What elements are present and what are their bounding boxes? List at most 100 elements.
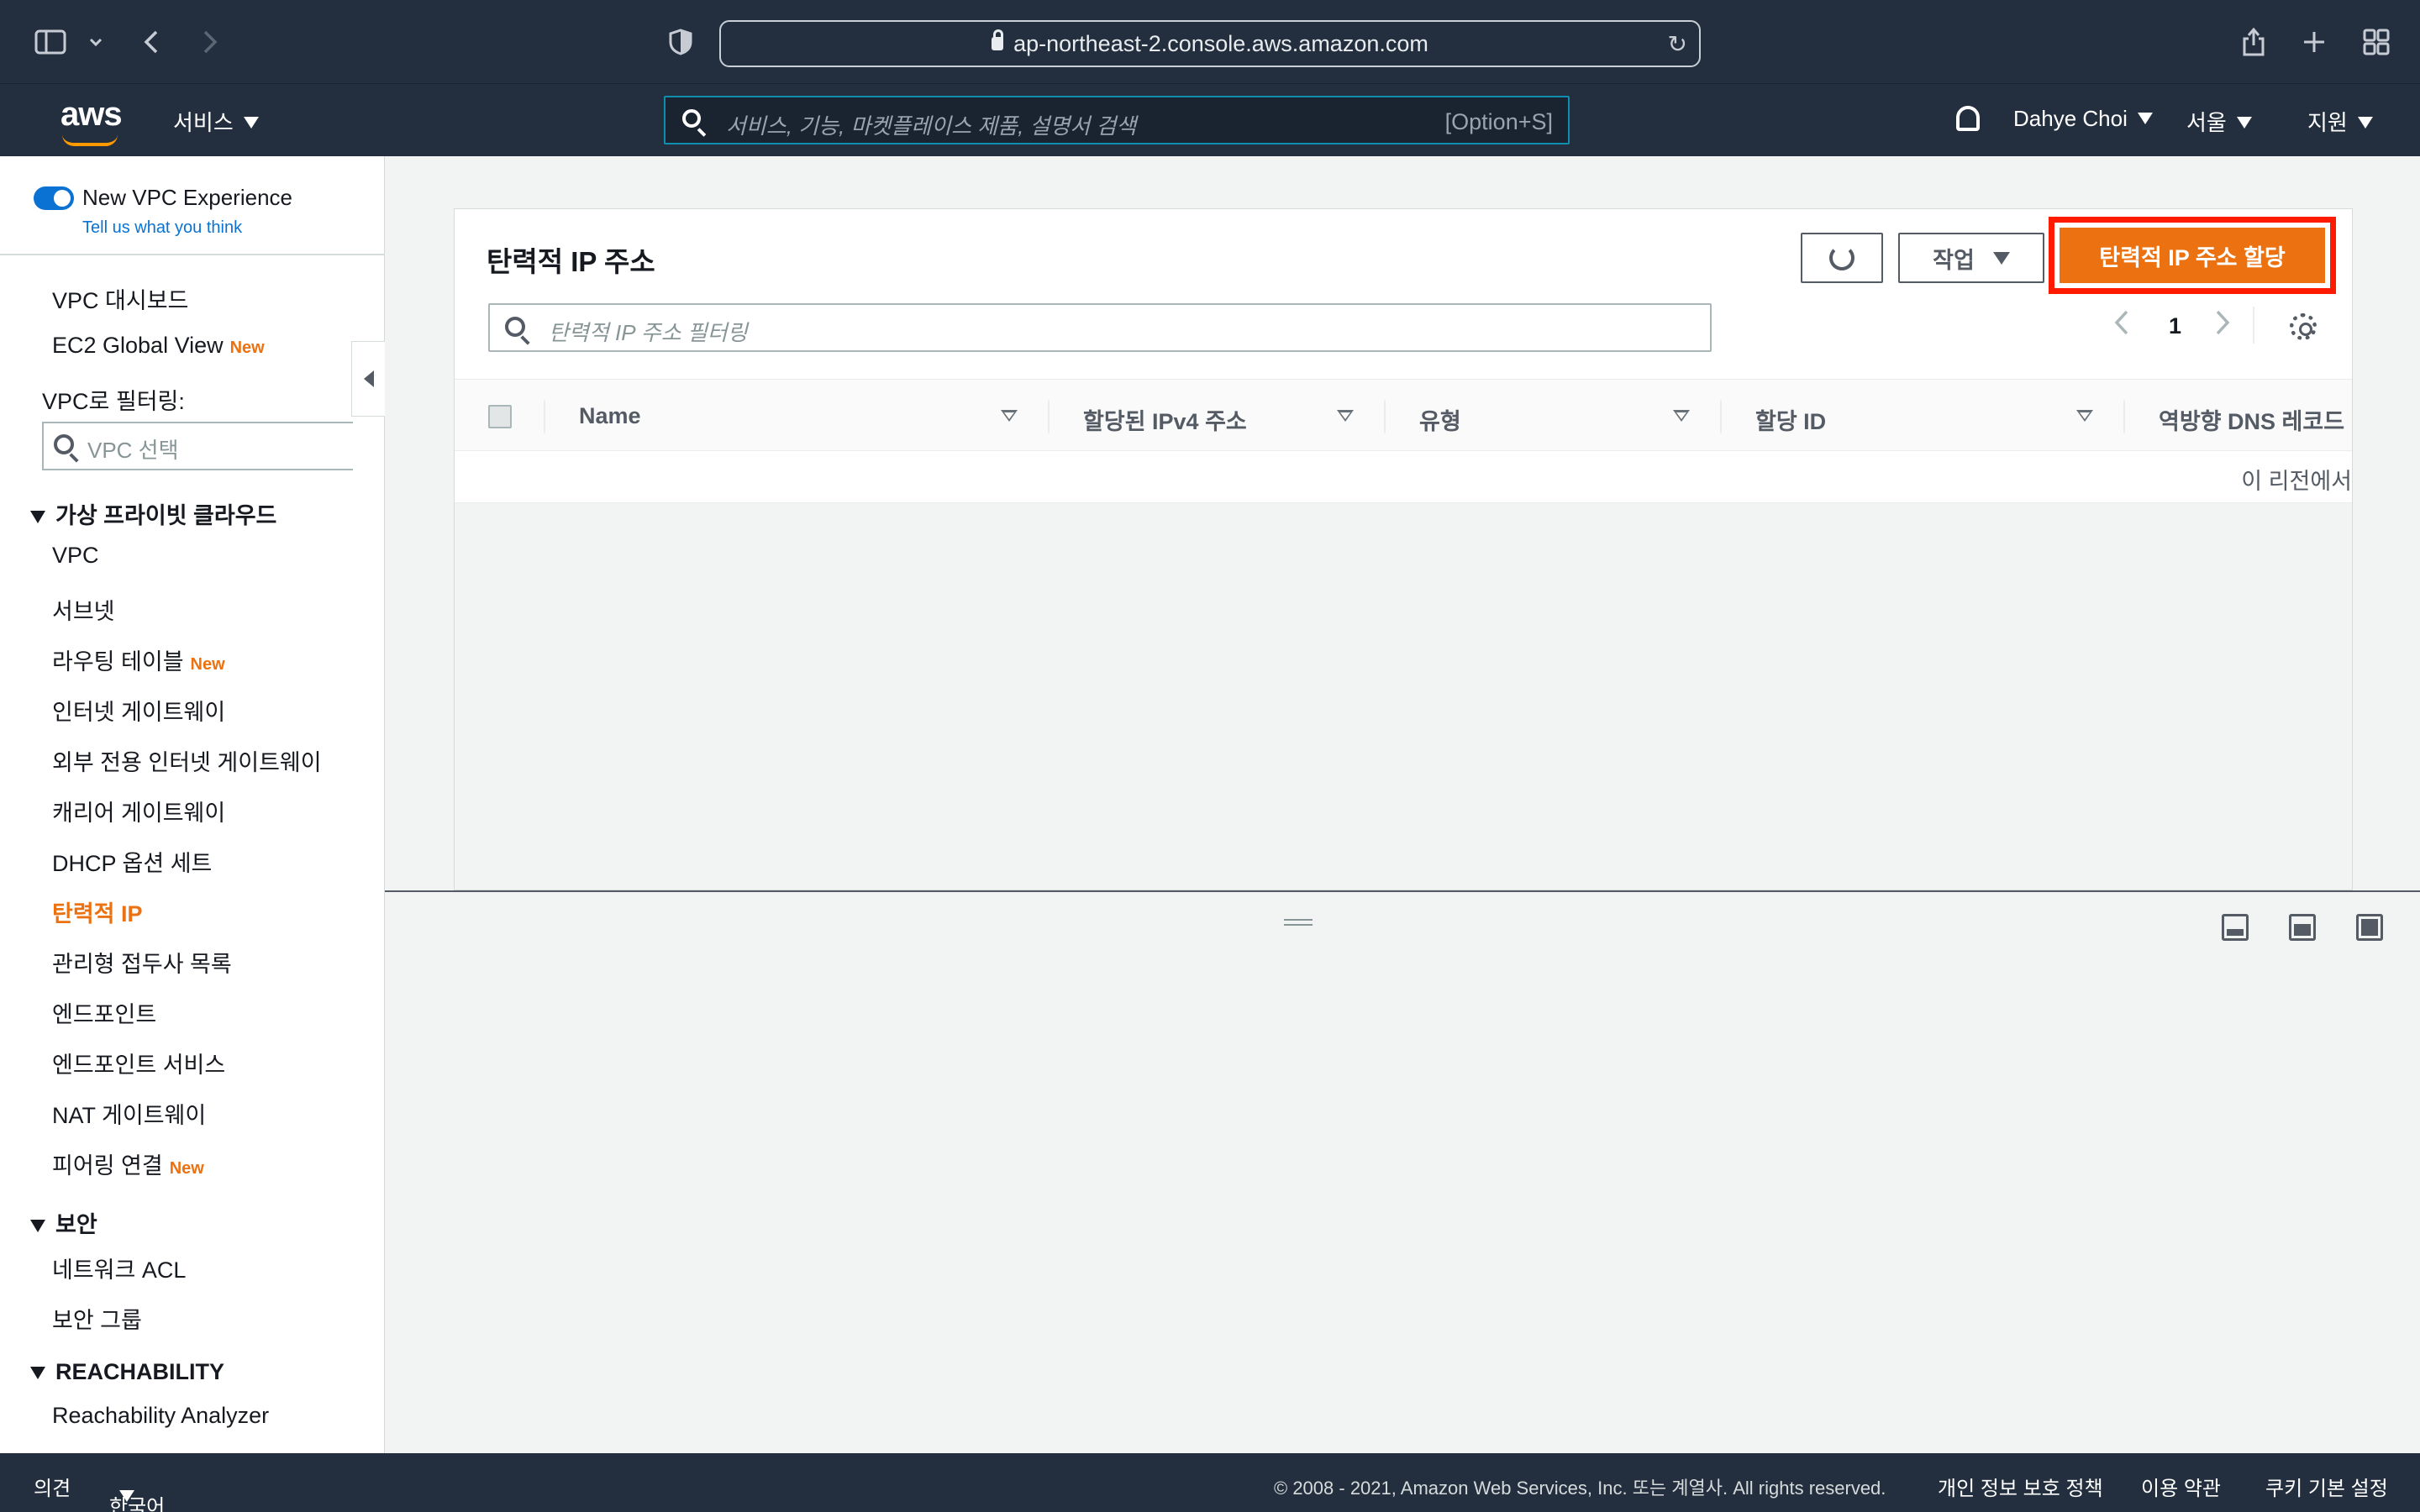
support-menu[interactable]: 지원 bbox=[2307, 106, 2373, 137]
caret-down-icon bbox=[2357, 117, 2373, 129]
divider bbox=[0, 254, 385, 255]
region-label: 서울 bbox=[2186, 110, 2227, 135]
empty-text-clip: 이 리전에서 bbox=[2100, 451, 2352, 501]
back-icon[interactable] bbox=[133, 24, 170, 60]
shield-icon[interactable] bbox=[662, 24, 699, 60]
language-label: 한국어 bbox=[109, 1496, 166, 1512]
section-title: REACHABILITY bbox=[55, 1359, 224, 1384]
table-body bbox=[455, 503, 2352, 890]
sidebar-icon[interactable] bbox=[32, 24, 69, 60]
collapse-sidebar-button[interactable] bbox=[351, 341, 385, 417]
sidebar-item-nat-gw[interactable]: NAT 게이트웨이 bbox=[52, 1097, 206, 1130]
services-menu[interactable]: 서비스 bbox=[173, 106, 259, 137]
column-type[interactable]: 유형 bbox=[1419, 403, 1461, 436]
tab-overview-icon[interactable] bbox=[2358, 24, 2395, 60]
url-text: ap-northeast-2.console.aws.amazon.com bbox=[1013, 30, 1428, 56]
feedback-link[interactable]: 의견 bbox=[34, 1472, 71, 1501]
section-vpc[interactable]: 가상 프라이빗 클라우드 bbox=[30, 497, 276, 530]
layout-bottom-icon[interactable] bbox=[2222, 914, 2249, 941]
vpc-select-placeholder: VPC 선택 bbox=[87, 438, 179, 463]
sidebar-item-endpoints[interactable]: 엔드포인트 bbox=[52, 996, 156, 1029]
column-allocation-id[interactable]: 할당 ID bbox=[1755, 403, 1826, 436]
sort-icon[interactable] bbox=[2076, 410, 2093, 422]
section-title: 가상 프라이빗 클라우드 bbox=[55, 503, 277, 528]
drag-handle-icon[interactable] bbox=[1284, 919, 1313, 926]
refresh-button[interactable] bbox=[1801, 233, 1883, 283]
aws-logo-text: aws bbox=[60, 96, 123, 133]
sidebar-item-prefix-lists[interactable]: 관리형 접두사 목록 bbox=[52, 946, 232, 979]
split-divider[interactable] bbox=[385, 890, 2420, 892]
sidebar-item-dashboard[interactable]: VPC 대시보드 bbox=[52, 282, 188, 315]
sidebar-item-vpc[interactable]: VPC bbox=[52, 543, 99, 569]
allocate-eip-button[interactable]: 탄력적 IP 주소 할당 bbox=[2049, 217, 2336, 294]
new-badge: New bbox=[229, 339, 265, 357]
column-name[interactable]: Name bbox=[579, 403, 641, 429]
copyright: © 2008 - 2021, Amazon Web Services, Inc.… bbox=[1274, 1478, 1886, 1499]
sort-icon[interactable] bbox=[1001, 410, 1018, 422]
footer: 의견 한국어 © 2008 - 2021, Amazon Web Service… bbox=[0, 1453, 2420, 1512]
sidebar-item-ec2-global[interactable]: EC2 Global View New bbox=[52, 333, 265, 359]
actions-button[interactable]: 작업 bbox=[1898, 233, 2044, 283]
layout-full-icon[interactable] bbox=[2356, 914, 2383, 941]
triangle-down-icon bbox=[30, 511, 45, 523]
gear-icon[interactable] bbox=[2290, 313, 2317, 340]
triangle-down-icon bbox=[30, 1220, 45, 1232]
layout-split-icon[interactable] bbox=[2289, 914, 2316, 941]
aws-smile-icon bbox=[62, 134, 118, 146]
bell-icon[interactable] bbox=[1956, 106, 1980, 131]
sidebar-item-elastic-ip[interactable]: 탄력적 IP bbox=[52, 895, 143, 928]
column-ipv4[interactable]: 할당된 IPv4 주소 bbox=[1083, 403, 1247, 436]
new-badge: New bbox=[169, 1159, 204, 1178]
sidebar-item-peering[interactable]: 피어링 연결 New bbox=[52, 1147, 204, 1180]
url-bar[interactable]: ap-northeast-2.console.aws.amazon.com ↻ bbox=[719, 20, 1701, 67]
terms-link[interactable]: 이용 약관 bbox=[2141, 1472, 2221, 1501]
column-divider bbox=[1048, 400, 1050, 433]
sidebar-item-security-groups[interactable]: 보안 그룹 bbox=[52, 1302, 142, 1335]
sidebar-item-label: 라우팅 테이블 bbox=[52, 649, 184, 675]
column-divider bbox=[544, 400, 545, 433]
sidebar-item-carrier-gw[interactable]: 캐리어 게이트웨이 bbox=[52, 795, 225, 827]
aws-logo[interactable]: aws bbox=[60, 96, 123, 146]
global-search[interactable]: 서비스, 기능, 마켓플레이스 제품, 설명서 검색 [Option+S] bbox=[664, 96, 1570, 144]
region-menu[interactable]: 서울 bbox=[2186, 106, 2252, 137]
sidebar-item-dhcp[interactable]: DHCP 옵션 세트 bbox=[52, 845, 212, 878]
cookies-link[interactable]: 쿠키 기본 설정 bbox=[2265, 1472, 2388, 1501]
section-security[interactable]: 보안 bbox=[30, 1206, 97, 1239]
sidebar-item-egress-igw[interactable]: 외부 전용 인터넷 게이트웨이 bbox=[52, 744, 322, 777]
caret-down-icon bbox=[1992, 251, 2010, 265]
next-page-icon[interactable] bbox=[2214, 308, 2231, 343]
sidebar-item-nacl[interactable]: 네트워크 ACL bbox=[52, 1252, 186, 1284]
experience-toggle[interactable] bbox=[34, 186, 74, 210]
table-header: Name 할당된 IPv4 주소 유형 할당 ID 역방향 DNS 레코드 bbox=[455, 379, 2352, 451]
eip-filter[interactable]: 탄력적 IP 주소 필터링 bbox=[488, 303, 1712, 352]
sidebar-item-igw[interactable]: 인터넷 게이트웨이 bbox=[52, 694, 225, 727]
column-reverse-dns-clip: 역방향 DNS 레코드 bbox=[2159, 403, 2352, 437]
sidebar-item-endpoint-services[interactable]: 엔드포인트 서비스 bbox=[52, 1047, 225, 1079]
select-all-checkbox[interactable] bbox=[488, 405, 512, 428]
user-menu[interactable]: Dahye Choi bbox=[2013, 106, 2153, 132]
search-input[interactable]: 서비스, 기능, 마켓플레이스 제품, 설명서 검색 bbox=[726, 109, 1136, 140]
sidebar-item-reachability-analyzer[interactable]: Reachability Analyzer bbox=[52, 1403, 269, 1429]
caret-down-icon bbox=[2236, 117, 2252, 129]
sidebar-item-label: 피어링 연결 bbox=[52, 1153, 163, 1179]
vpc-select[interactable]: VPC 선택 bbox=[42, 422, 353, 470]
feedback-link[interactable]: Tell us what you think bbox=[82, 218, 242, 238]
column-reverse-dns[interactable]: 역방향 DNS 레코드 bbox=[2159, 403, 2344, 436]
chevron-down-icon[interactable] bbox=[77, 24, 114, 60]
support-label: 지원 bbox=[2307, 110, 2348, 135]
refresh-icon bbox=[1829, 245, 1854, 270]
column-divider bbox=[1384, 400, 1386, 433]
sort-icon[interactable] bbox=[1337, 410, 1354, 422]
filter-placeholder: 탄력적 IP 주소 필터링 bbox=[549, 320, 748, 345]
sort-icon[interactable] bbox=[1673, 410, 1690, 422]
forward-icon[interactable] bbox=[192, 24, 229, 60]
share-icon[interactable] bbox=[2235, 24, 2272, 60]
sidebar-item-subnets[interactable]: 서브넷 bbox=[52, 593, 115, 626]
new-tab-icon[interactable] bbox=[2296, 24, 2333, 60]
privacy-link[interactable]: 개인 정보 보호 정책 bbox=[1938, 1472, 2103, 1501]
page-number[interactable]: 1 bbox=[2169, 313, 2181, 339]
prev-page-icon[interactable] bbox=[2113, 308, 2130, 343]
reload-icon[interactable]: ↻ bbox=[1668, 30, 1687, 58]
section-reachability[interactable]: REACHABILITY bbox=[30, 1359, 224, 1385]
sidebar-item-route-tables[interactable]: 라우팅 테이블 New bbox=[52, 643, 225, 676]
